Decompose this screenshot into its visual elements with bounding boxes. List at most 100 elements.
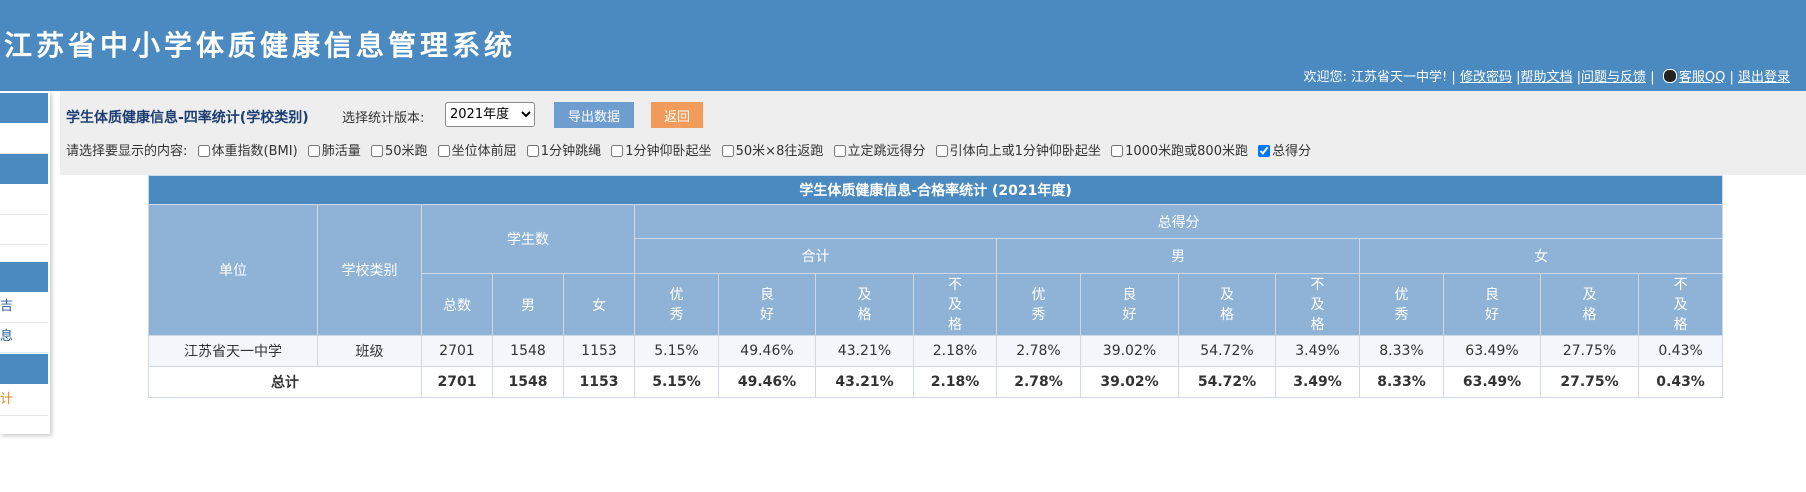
stats-table: 学生体质健康信息-合格率统计 (2021年度) 单位 学校类别 学生数 总得分 … bbox=[147, 175, 1724, 398]
sidebar-item[interactable] bbox=[0, 123, 48, 154]
grade-good: 良好 bbox=[718, 273, 816, 336]
group-male: 男 bbox=[996, 238, 1360, 274]
change-password-link[interactable]: 修改密码 bbox=[1460, 70, 1512, 85]
total-row: 总计 2701 1548 1153 5.15% 49.46% 43.21% 2.… bbox=[148, 366, 1724, 398]
sidebar-item[interactable] bbox=[0, 214, 48, 245]
option-checkbox[interactable] bbox=[611, 145, 624, 157]
cell-rate: 49.46% bbox=[718, 335, 816, 367]
total-rate: 54.72% bbox=[1178, 366, 1276, 398]
total-rate: 43.21% bbox=[815, 366, 914, 398]
grade-fail: 不及格 bbox=[913, 273, 997, 336]
total-rate: 27.75% bbox=[1540, 366, 1639, 398]
cell-male: 1548 bbox=[492, 335, 564, 367]
customer-qq-link[interactable]: 客服QQ bbox=[1679, 70, 1725, 85]
sidebar-item-label: 息 bbox=[0, 329, 14, 344]
cell-rate: 5.15% bbox=[634, 335, 719, 367]
export-data-button[interactable]: 导出数据 bbox=[554, 102, 634, 128]
sidebar-item[interactable]: 吉 bbox=[0, 292, 48, 323]
total-rate: 49.46% bbox=[718, 366, 816, 398]
feedback-link[interactable]: 问题与反馈 bbox=[1581, 70, 1646, 85]
welcome-text: 欢迎您: 江苏省天一中学! | bbox=[1303, 70, 1456, 85]
cell-rate: 39.02% bbox=[1080, 335, 1179, 367]
grade-pass: 及格 bbox=[1178, 273, 1276, 336]
sub-total: 总数 bbox=[421, 273, 493, 336]
total-rate: 3.49% bbox=[1275, 366, 1360, 398]
option-checkbox[interactable] bbox=[526, 145, 539, 157]
option-bmi[interactable]: 体重指数(BMI) bbox=[197, 144, 298, 159]
option-checkbox[interactable] bbox=[197, 145, 210, 157]
option-checkbox[interactable] bbox=[833, 145, 846, 157]
option-checkbox[interactable] bbox=[370, 145, 383, 157]
option-checkbox[interactable] bbox=[307, 145, 320, 157]
table-title: 学生体质健康信息-合格率统计 (2021年度) bbox=[147, 175, 1724, 205]
option-shuttle-run[interactable]: 50米×8往返跑 bbox=[721, 144, 824, 159]
sidebar-section[interactable] bbox=[0, 354, 48, 384]
sidebar-section[interactable] bbox=[0, 262, 48, 292]
table-row: 江苏省天一中学 班级 2701 1548 1153 5.15% 49.46% 4… bbox=[148, 335, 1724, 367]
option-checkbox[interactable] bbox=[1258, 145, 1271, 157]
back-button[interactable]: 返回 bbox=[651, 102, 703, 128]
version-label: 选择统计版本: bbox=[342, 111, 425, 126]
total-label: 总计 bbox=[148, 366, 422, 398]
option-checkbox[interactable] bbox=[1111, 145, 1124, 157]
grade-good: 良好 bbox=[1080, 273, 1179, 336]
col-total-score: 总得分 bbox=[633, 204, 1724, 239]
grade-excellent: 优秀 bbox=[996, 273, 1081, 336]
cell-rate: 0.43% bbox=[1637, 335, 1724, 367]
total-rate: 2.78% bbox=[996, 366, 1081, 398]
total-rate: 2.18% bbox=[913, 366, 997, 398]
total-count: 2701 bbox=[421, 366, 493, 398]
cell-rate: 27.75% bbox=[1540, 335, 1639, 367]
option-jump-rope[interactable]: 1分钟跳绳 bbox=[526, 144, 601, 159]
option-checkbox[interactable] bbox=[437, 145, 450, 157]
sidebar: 吉 息 计 bbox=[0, 91, 50, 434]
option-sit-reach[interactable]: 坐位体前屈 bbox=[437, 144, 517, 159]
option-label: 总得分 bbox=[1272, 144, 1312, 159]
toolbar: 学生体质健康信息-四率统计(学校类别) 选择统计版本: 2021年度 导出数据 … bbox=[60, 91, 1806, 175]
cell-school-type: 班级 bbox=[317, 335, 422, 367]
cell-rate: 8.33% bbox=[1359, 335, 1444, 367]
grade-fail: 不及格 bbox=[1637, 273, 1724, 336]
cell-rate: 2.78% bbox=[996, 335, 1081, 367]
total-rate: 5.15% bbox=[634, 366, 719, 398]
option-checkbox[interactable] bbox=[721, 145, 734, 157]
separator: | bbox=[1729, 70, 1734, 85]
option-label: 坐位体前屈 bbox=[451, 144, 517, 159]
sub-female: 女 bbox=[563, 273, 635, 336]
option-vital-capacity[interactable]: 肺活量 bbox=[307, 144, 361, 159]
sidebar-item[interactable] bbox=[0, 184, 48, 215]
qq-icon bbox=[1662, 69, 1677, 83]
option-long-jump[interactable]: 立定跳远得分 bbox=[833, 144, 926, 159]
total-female: 1153 bbox=[563, 366, 635, 398]
display-options: 请选择要显示的内容: 体重指数(BMI) 肺活量 50米跑 坐位体前屈 1分钟跳… bbox=[66, 140, 1311, 159]
cell-rate: 3.49% bbox=[1275, 335, 1360, 367]
grade-pass: 及格 bbox=[815, 273, 914, 336]
col-school-type: 学校类别 bbox=[317, 204, 422, 336]
sidebar-item[interactable]: 息 bbox=[0, 322, 48, 353]
display-options-label: 请选择要显示的内容: bbox=[66, 144, 188, 159]
sidebar-section[interactable] bbox=[0, 154, 48, 184]
option-label: 肺活量 bbox=[321, 144, 361, 159]
option-sit-ups[interactable]: 1分钟仰卧起坐 bbox=[611, 144, 712, 159]
option-distance-run[interactable]: 1000米跑或800米跑 bbox=[1111, 144, 1248, 159]
help-docs-link[interactable]: 帮助文档 bbox=[1520, 70, 1572, 85]
option-pull-ups[interactable]: 引体向上或1分钟仰卧起坐 bbox=[935, 144, 1101, 159]
cell-rate: 2.18% bbox=[913, 335, 997, 367]
grade-good: 良好 bbox=[1443, 273, 1541, 336]
sidebar-item-active[interactable]: 计 bbox=[0, 385, 48, 416]
option-50m[interactable]: 50米跑 bbox=[370, 144, 428, 159]
sidebar-item-label: 计 bbox=[0, 392, 14, 407]
cell-rate: 43.21% bbox=[815, 335, 914, 367]
grade-pass: 及格 bbox=[1540, 273, 1639, 336]
option-label: 50米×8往返跑 bbox=[735, 144, 824, 159]
option-total-score[interactable]: 总得分 bbox=[1258, 144, 1311, 159]
logout-link[interactable]: 退出登录 bbox=[1738, 70, 1790, 85]
option-label: 立定跳远得分 bbox=[847, 144, 926, 159]
page-title: 学生体质健康信息-四率统计(学校类别) bbox=[66, 110, 309, 126]
total-rate: 63.49% bbox=[1443, 366, 1541, 398]
option-checkbox[interactable] bbox=[935, 145, 948, 157]
col-students: 学生数 bbox=[421, 204, 635, 274]
version-select[interactable]: 2021年度 bbox=[445, 102, 535, 127]
sidebar-section[interactable] bbox=[0, 93, 48, 123]
sidebar-item-label: 吉 bbox=[0, 299, 14, 314]
